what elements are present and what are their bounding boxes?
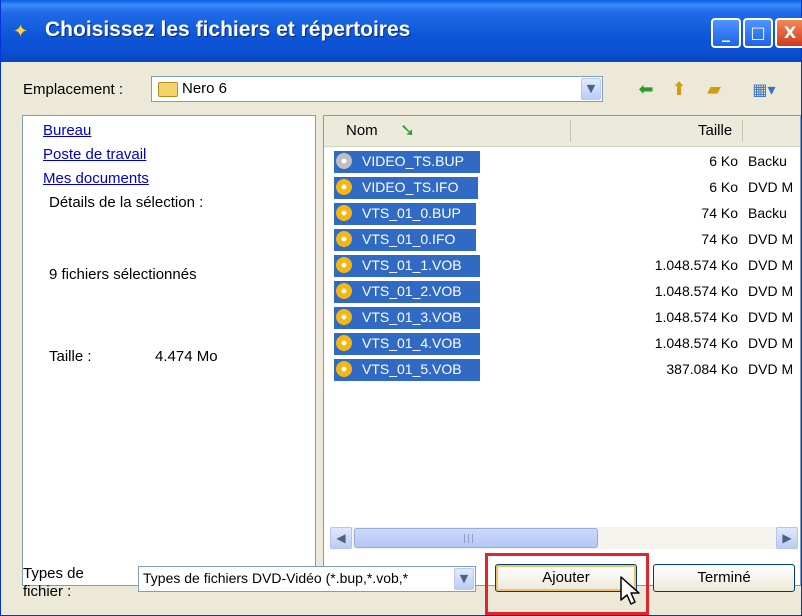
file-name: VTS_01_0.IFO	[362, 231, 456, 247]
grip-icon: |||	[463, 534, 476, 544]
place-link-documents[interactable]: Mes documents	[43, 170, 149, 187]
place-link-desktop[interactable]: Bureau	[43, 122, 91, 139]
scroll-right-arrow-icon[interactable]: ▶	[776, 527, 798, 549]
scrollbar-thumb[interactable]: |||	[354, 528, 598, 548]
selected-count: 9 fichiers sélectionnés	[49, 266, 197, 283]
file-name: VIDEO_TS.IFO	[362, 179, 459, 195]
file-row[interactable]: VTS_01_5.VOB 387.084 Ko DVD M	[324, 358, 800, 382]
column-separator[interactable]	[742, 120, 743, 142]
dvd-file-icon	[336, 231, 352, 247]
chevron-down-icon[interactable]: ▼	[454, 568, 474, 590]
nero-app-icon: ✦	[13, 21, 29, 42]
mouse-cursor-icon	[620, 576, 640, 605]
file-row[interactable]: VTS_01_0.IFO 74 Ko DVD M	[324, 228, 800, 252]
file-type: Backu	[748, 153, 787, 169]
file-size: 74 Ko	[701, 231, 738, 247]
column-separator[interactable]	[570, 120, 571, 142]
horizontal-scrollbar[interactable]: ◀ ||| ▶	[330, 527, 798, 549]
file-type-value: Types de fichiers DVD-Vidéo (*.bup,*.vob…	[143, 570, 409, 586]
file-type: DVD M	[748, 335, 794, 351]
file-type-label-line2: fichier :	[23, 583, 72, 600]
chevron-down-icon[interactable]: ▼	[581, 78, 601, 100]
file-name: VTS_01_3.VOB	[362, 309, 462, 325]
file-type-label-line1: Types de	[23, 565, 84, 582]
file-row[interactable]: VTS_01_4.VOB 1.048.574 Ko DVD M	[324, 332, 800, 356]
maximize-button[interactable]: □	[743, 18, 773, 48]
file-type: DVD M	[748, 361, 794, 377]
dvd-file-icon	[336, 309, 352, 325]
file-name: VTS_01_2.VOB	[362, 283, 462, 299]
sort-arrow-icon: ➘	[400, 120, 416, 141]
file-type: DVD M	[748, 283, 794, 299]
close-button[interactable]: X	[775, 18, 802, 48]
size-label: Taille :	[49, 348, 92, 365]
file-name: VTS_01_5.VOB	[362, 361, 462, 377]
file-type: DVD M	[748, 231, 794, 247]
view-menu-icon[interactable]: ▦▾	[739, 78, 789, 102]
dvd-file-icon	[336, 205, 352, 221]
file-size: 387.084 Ko	[666, 361, 738, 377]
file-row[interactable]: VTS_01_0.BUP 74 Ko Backu	[324, 202, 800, 226]
file-size: 74 Ko	[701, 205, 738, 221]
file-size: 1.048.574 Ko	[654, 257, 738, 273]
list-header: Nom ➘ Taille	[324, 116, 800, 147]
file-name: VIDEO_TS.BUP	[362, 153, 464, 169]
up-folder-icon[interactable]: ⬆	[666, 78, 692, 102]
file-name: VTS_01_1.VOB	[362, 257, 462, 273]
dvd-file-icon	[336, 361, 352, 377]
file-type: DVD M	[748, 179, 794, 195]
file-size: 1.048.574 Ko	[654, 283, 738, 299]
dvd-file-icon	[336, 257, 352, 273]
file-size: 1.048.574 Ko	[654, 309, 738, 325]
selection-details-heading: Détails de la sélection :	[49, 194, 204, 211]
done-button[interactable]: Terminé	[653, 564, 795, 592]
dvd-file-icon	[336, 179, 352, 195]
file-name: VTS_01_4.VOB	[362, 335, 462, 351]
place-link-computer[interactable]: Poste de travail	[43, 146, 146, 163]
file-row[interactable]: VIDEO_TS.BUP 6 Ko Backu	[324, 150, 800, 174]
window-title: Choisissez les fichiers et répertoires	[45, 18, 411, 41]
file-row[interactable]: VTS_01_3.VOB 1.048.574 Ko DVD M	[324, 306, 800, 330]
folder-icon	[158, 82, 178, 97]
location-value: Nero 6	[182, 80, 228, 97]
file-type: DVD M	[748, 257, 794, 273]
file-size: 1.048.574 Ko	[654, 335, 738, 351]
location-dropdown[interactable]: Nero 6 ▼	[151, 76, 603, 102]
location-label: Emplacement :	[23, 81, 124, 98]
file-list[interactable]: Nom ➘ Taille VIDEO_TS.BUP 6 Ko Backu VIDEO_…	[323, 115, 801, 586]
file-row[interactable]: VTS_01_1.VOB 1.048.574 Ko DVD M	[324, 254, 800, 278]
file-row[interactable]: VTS_01_2.VOB 1.048.574 Ko DVD M	[324, 280, 800, 304]
file-row[interactable]: VIDEO_TS.IFO 6 Ko DVD M	[324, 176, 800, 200]
size-value: 4.474 Mo	[155, 348, 218, 365]
places-pane: Bureau Poste de travail Mes documents Dé…	[22, 115, 316, 586]
back-arrow-icon[interactable]: ⬅	[633, 78, 659, 102]
dvd-file-icon	[336, 335, 352, 351]
new-folder-icon[interactable]: ▰	[701, 78, 727, 102]
minimize-button[interactable]: _	[711, 18, 741, 48]
file-name: VTS_01_0.BUP	[362, 205, 461, 221]
file-size: 6 Ko	[709, 153, 738, 169]
dvd-file-icon	[336, 153, 352, 169]
file-type-dropdown[interactable]: Types de fichiers DVD-Vidéo (*.bup,*.vob…	[138, 566, 476, 592]
file-size: 6 Ko	[709, 179, 738, 195]
dvd-file-icon	[336, 283, 352, 299]
file-type: DVD M	[748, 309, 794, 325]
column-header-name[interactable]: Nom	[346, 122, 378, 139]
file-chooser-window: ✦ Choisissez les fichiers et répertoires…	[0, 0, 802, 616]
file-type: Backu	[748, 205, 787, 221]
file-type-label: Types de fichier :	[23, 565, 84, 601]
column-header-size[interactable]: Taille	[698, 122, 732, 139]
title-bar[interactable]: ✦ Choisissez les fichiers et répertoires…	[1, 0, 802, 62]
scroll-left-arrow-icon[interactable]: ◀	[330, 527, 352, 549]
